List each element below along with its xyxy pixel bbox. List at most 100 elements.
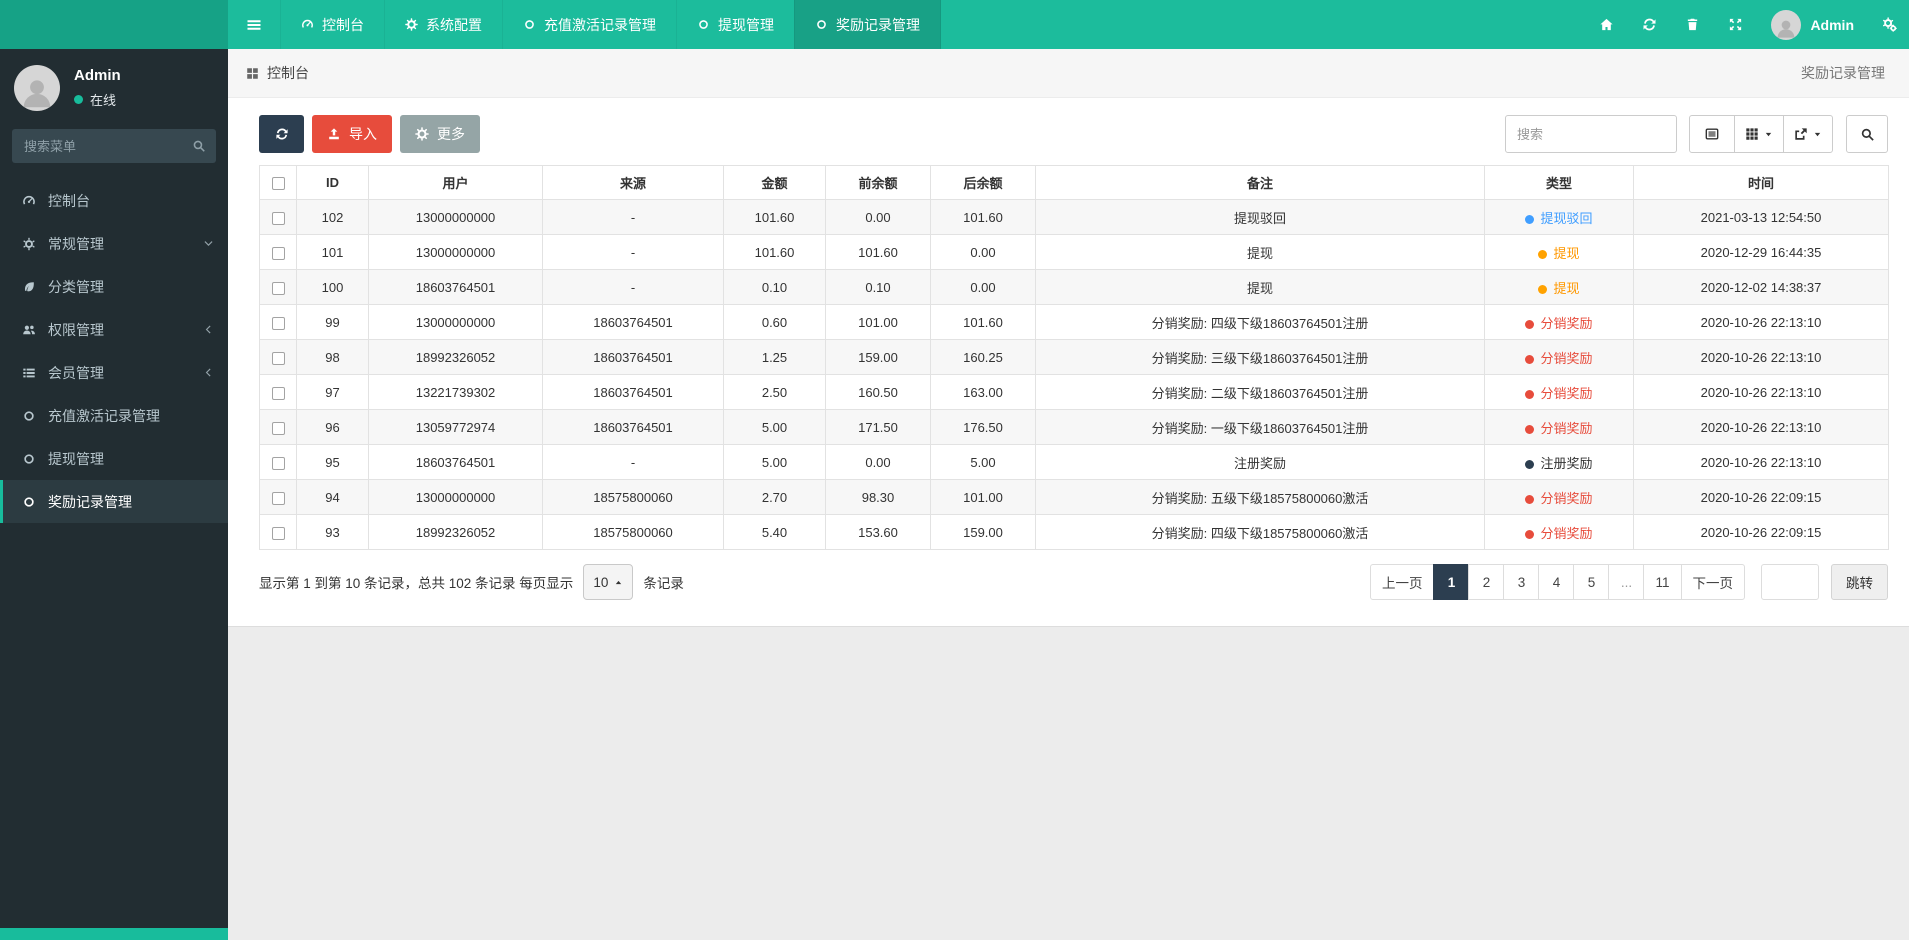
cell-id: 97 (296, 374, 369, 410)
row-select-cell (259, 409, 297, 445)
cell-after: 163.00 (930, 374, 1036, 410)
user-status[interactable]: 在线 (74, 90, 121, 109)
cell-before: 0.00 (825, 199, 931, 235)
page-item-...: ... (1608, 564, 1645, 600)
sidebar-item-4[interactable]: 会员管理 (0, 351, 228, 394)
column-header-2[interactable]: 来源 (542, 165, 724, 200)
sidebar-item-label: 常规管理 (48, 235, 104, 252)
page-item-3[interactable]: 3 (1503, 564, 1540, 600)
breadcrumb[interactable]: 控制台 (246, 63, 309, 83)
type-dot-icon (1538, 284, 1548, 294)
cell-remark: 分销奖励: 四级下级18575800060激活 (1035, 514, 1485, 550)
app-window: 控制台 系统配置 充值激活记录管理 提现管理 奖励记录管理 Admin Admin 在线 (0, 0, 1909, 940)
navbar-tab-4[interactable]: 奖励记录管理 (794, 0, 941, 49)
row-checkbox[interactable] (271, 211, 285, 225)
cell-before: 160.50 (825, 374, 931, 410)
search-icon (1860, 127, 1875, 142)
cell-source: - (542, 234, 724, 270)
row-checkbox[interactable] (271, 351, 285, 365)
cell-after: 159.00 (930, 514, 1036, 550)
cell-remark: 提现 (1035, 234, 1485, 270)
sidebar-item-0[interactable]: 控制台 (0, 179, 228, 222)
navbar-tab-2[interactable]: 充值激活记录管理 (502, 0, 676, 49)
sidebar-item-1[interactable]: 常规管理 (0, 222, 228, 265)
page-size-dropdown[interactable]: 10 (583, 564, 634, 600)
page-item-2[interactable]: 2 (1468, 564, 1505, 600)
row-checkbox[interactable] (271, 281, 285, 295)
page-item-11[interactable]: 11 (1643, 564, 1682, 600)
cell-user: 18603764501 (368, 444, 543, 480)
row-checkbox[interactable] (271, 526, 285, 540)
cell-user: 13000000000 (368, 304, 543, 340)
cell-id: 101 (296, 234, 369, 270)
row-checkbox[interactable] (271, 316, 285, 330)
home-icon[interactable] (1599, 17, 1614, 32)
select-all-checkbox[interactable] (271, 177, 285, 191)
trash-icon[interactable] (1685, 17, 1700, 32)
refresh-icon[interactable] (1642, 17, 1657, 32)
jump-button[interactable]: 跳转 (1831, 564, 1888, 600)
row-checkbox[interactable] (271, 491, 285, 505)
type-label: 分销奖励 (1540, 385, 1593, 401)
refresh-button[interactable] (259, 115, 304, 153)
table-search-input[interactable] (1505, 115, 1677, 153)
type-label: 注册奖励 (1540, 455, 1593, 471)
view-button-1[interactable] (1734, 115, 1784, 153)
column-header-6[interactable]: 备注 (1035, 165, 1485, 200)
navbar-user[interactable]: Admin (1771, 9, 1854, 40)
sidebar-item-6[interactable]: 提现管理 (0, 437, 228, 480)
view-button-0[interactable] (1689, 115, 1735, 153)
jump-page-input[interactable] (1761, 564, 1819, 600)
column-header-3[interactable]: 金额 (723, 165, 826, 200)
row-checkbox[interactable] (271, 456, 285, 470)
sidebar-item-7[interactable]: 奖励记录管理 (0, 480, 228, 523)
column-header-0[interactable]: ID (296, 165, 369, 200)
cell-after: 101.60 (930, 304, 1036, 340)
page-item-上一页[interactable]: 上一页 (1369, 564, 1435, 600)
cell-remark: 分销奖励: 五级下级18575800060激活 (1035, 479, 1485, 515)
cell-type: 提现驳回 (1484, 199, 1634, 235)
dashboard-icon (20, 194, 37, 208)
expand-icon[interactable] (1728, 17, 1743, 32)
cell-before: 101.00 (825, 304, 931, 340)
row-checkbox[interactable] (271, 386, 285, 400)
search-icon[interactable] (192, 139, 206, 153)
page-item-下一页[interactable]: 下一页 (1680, 564, 1745, 600)
column-header-1[interactable]: 用户 (368, 165, 543, 200)
navbar-tab-0[interactable]: 控制台 (280, 0, 384, 49)
cell-remark: 提现 (1035, 269, 1485, 305)
navbar-tab-1[interactable]: 系统配置 (384, 0, 502, 49)
sidebar-item-5[interactable]: 充值激活记录管理 (0, 394, 228, 437)
page-item-5[interactable]: 5 (1573, 564, 1610, 600)
page-item-4[interactable]: 4 (1538, 564, 1575, 600)
sidebar-item-3[interactable]: 权限管理 (0, 308, 228, 351)
row-checkbox[interactable] (271, 246, 285, 260)
sidebar-item-2[interactable]: 分类管理 (0, 265, 228, 308)
cell-user: 13000000000 (368, 479, 543, 515)
sidebar-item-label: 奖励记录管理 (48, 493, 132, 510)
gears-icon[interactable] (1882, 17, 1897, 32)
column-header-4[interactable]: 前余额 (825, 165, 931, 200)
view-button-2[interactable] (1783, 115, 1833, 153)
sidebar-toggle-button[interactable] (228, 0, 280, 49)
navbar-tab-3[interactable]: 提现管理 (676, 0, 794, 49)
import-button[interactable]: 导入 (312, 115, 392, 153)
column-header-8[interactable]: 时间 (1633, 165, 1889, 200)
column-header-5[interactable]: 后余额 (930, 165, 1036, 200)
cell-amount: 2.70 (723, 479, 826, 515)
navbar-tab-label: 奖励记录管理 (836, 16, 920, 33)
more-button[interactable]: 更多 (400, 115, 480, 153)
search-button[interactable] (1846, 115, 1888, 153)
cell-time: 2020-10-26 22:13:10 (1633, 304, 1889, 340)
summary-text: 显示第 1 到第 10 条记录，总共 102 条记录 每页显示 (259, 576, 574, 591)
avatar (14, 65, 60, 111)
sidebar-search-input[interactable] (12, 129, 216, 163)
column-header-7[interactable]: 类型 (1484, 165, 1634, 200)
cell-after: 5.00 (930, 444, 1036, 480)
row-checkbox[interactable] (271, 421, 285, 435)
caret-up-icon (614, 578, 623, 587)
type-dot-icon (1525, 459, 1535, 469)
page-item-1[interactable]: 1 (1433, 564, 1470, 600)
circle-icon (20, 495, 37, 509)
cell-before: 101.60 (825, 234, 931, 270)
